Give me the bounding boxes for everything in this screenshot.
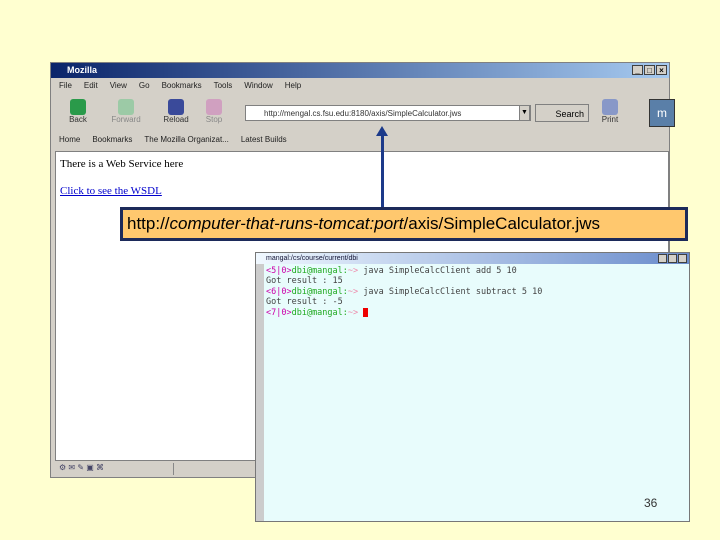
close-button[interactable] (678, 254, 687, 263)
terminal-line: Got result : 15 (266, 276, 343, 287)
callout-arrow (381, 130, 384, 207)
url-callout: http://computer-that-runs-tomcat:port/ax… (120, 207, 688, 241)
terminal-cursor (363, 307, 369, 317)
menu-help[interactable]: Help (285, 81, 301, 95)
print-icon (602, 99, 618, 115)
home-bookmark[interactable]: Home (59, 135, 80, 144)
mozilla-logo: m (649, 99, 675, 127)
menu-bookmarks[interactable]: Bookmarks (162, 81, 202, 95)
menu-view[interactable]: View (110, 81, 127, 95)
callout-arrowhead (376, 126, 388, 136)
menu-window[interactable]: Window (244, 81, 272, 95)
menu-go[interactable]: Go (139, 81, 150, 95)
maximize-button[interactable] (668, 254, 677, 263)
mozilla-org-bookmark[interactable]: The Mozilla Organizat... (144, 135, 228, 144)
print-button[interactable]: Print (595, 97, 625, 124)
latest-builds-bookmark[interactable]: Latest Builds (241, 135, 287, 144)
terminal-line: <6|0>dbi@mangal:~> java SimpleCalcClient… (266, 286, 543, 297)
terminal-line: <7|0>dbi@mangal:~> (266, 307, 542, 318)
stop-button[interactable]: Stop (199, 97, 229, 124)
window-title: Mozilla (67, 65, 98, 75)
maximize-button[interactable]: □ (644, 65, 655, 75)
url-input[interactable]: http://mengal.cs.fsu.edu:8180/axis/Simpl… (245, 105, 531, 121)
menu-file[interactable]: File (59, 81, 72, 95)
reload-icon (168, 99, 184, 115)
terminal-window: mangal:/cs/course/current/dbi <5|0>dbi@m… (255, 252, 690, 522)
forward-icon (118, 99, 134, 115)
browser-title-bar: Mozilla _ □ × (51, 63, 669, 78)
back-icon (70, 99, 86, 115)
status-icons: ⚙ ✉ ✎ ▣ ⌘ (59, 463, 174, 475)
terminal-title-bar: mangal:/cs/course/current/dbi (256, 253, 689, 264)
personal-toolbar: Home Bookmarks The Mozilla Organizat... … (59, 131, 287, 147)
page-text: There is a Web Service here (60, 158, 184, 170)
minimize-button[interactable] (658, 254, 667, 263)
back-button[interactable]: Back (63, 97, 93, 124)
menu-bar: File Edit View Go Bookmarks Tools Window… (59, 81, 301, 95)
terminal-line: Got result : -5 (266, 297, 343, 308)
reload-button[interactable]: Reload (161, 97, 191, 124)
terminal-output: <5|0>dbi@mangal:~> java SimpleCalcClient… (266, 266, 542, 318)
minimize-button[interactable]: _ (632, 65, 643, 75)
forward-button[interactable]: Forward (111, 97, 141, 124)
slide-page-number: 36 (644, 496, 658, 510)
url-dropdown-button[interactable]: ▼ (519, 105, 530, 121)
terminal-line: <5|0>dbi@mangal:~> java SimpleCalcClient… (266, 266, 517, 276)
stop-icon (206, 99, 222, 115)
menu-edit[interactable]: Edit (84, 81, 98, 95)
bookmarks-button[interactable]: Bookmarks (92, 135, 132, 144)
navigation-toolbar: Back Forward Reload Stop http://mengal.c… (59, 97, 675, 127)
search-button[interactable]: Search (535, 104, 589, 122)
terminal-scrollbar[interactable] (256, 264, 264, 521)
wsdl-link[interactable]: Click to see the WSDL (60, 185, 162, 197)
menu-tools[interactable]: Tools (214, 81, 233, 95)
close-button[interactable]: × (656, 65, 667, 75)
